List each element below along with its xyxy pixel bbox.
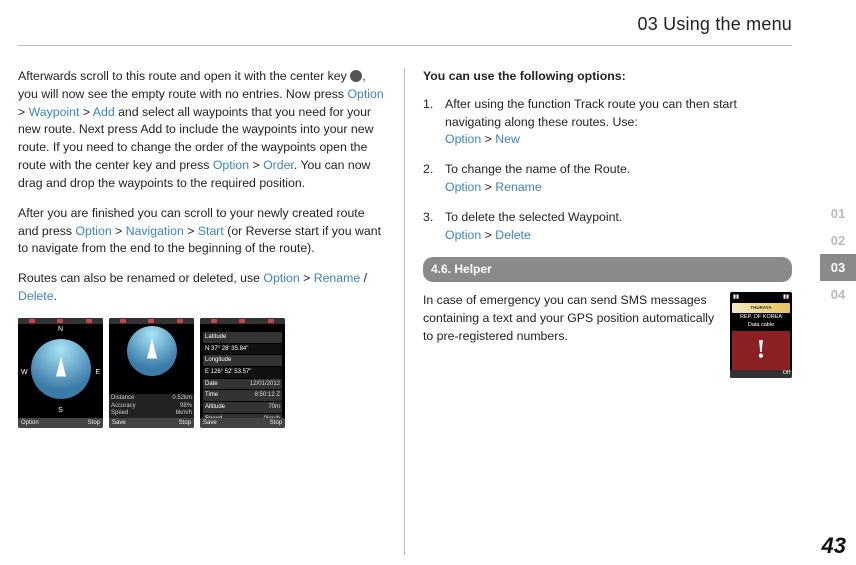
menu-path: Navigation [126, 224, 184, 238]
text: REP. OF KOREA [740, 314, 782, 322]
label: Latitude [205, 333, 226, 342]
list-number: 1. [423, 96, 437, 149]
text: Routes can also be renamed or deleted, u… [18, 271, 263, 285]
text: To delete the selected Waypoint. [445, 210, 622, 224]
text: Data cable [748, 322, 774, 330]
list-number: 3. [423, 209, 437, 245]
compass-s-label: S [18, 406, 103, 416]
softkey-right: Stop [88, 419, 100, 428]
label: Altitude [205, 403, 225, 412]
menu-path: Option [347, 87, 383, 101]
compass-w-label: W [21, 368, 28, 378]
value: 98% [180, 403, 192, 410]
softkey-left: Save [203, 419, 217, 428]
para-3: Routes can also be renamed or deleted, u… [18, 270, 386, 306]
helper-description: In case of emergency you can send SMS me… [423, 292, 720, 345]
menu-path: Option [445, 180, 481, 194]
device-screenshot-emergency: ▮▮▮▮ THURAYA REP. OF KOREA Data cable 10… [730, 292, 792, 378]
chapter-header: 03 Using the menu [18, 10, 792, 46]
section-heading-helper: 4.6. Helper [423, 257, 792, 282]
menu-path: Option [445, 132, 481, 146]
menu-path: Add [93, 105, 115, 119]
menu-path: Option [263, 271, 299, 285]
menu-path: Start [198, 224, 224, 238]
device-screenshot-compass: N W E S Option Stop [18, 318, 103, 428]
sidebar-tab-03[interactable]: 03 [820, 254, 856, 281]
chevron: > [303, 271, 310, 285]
list-item: 1. After using the function Track route … [423, 96, 792, 149]
chevron: > [187, 224, 194, 238]
list-item: 3. To delete the selected Waypoint. Opti… [423, 209, 792, 245]
menu-path: Rename [314, 271, 360, 285]
label: Date [205, 380, 218, 389]
device-screenshot-compass-data: Distance 0.52km Accuracy 98% Speed 6km/h Sa… [109, 318, 194, 428]
value: 70m [268, 403, 280, 412]
label: Longitude [205, 356, 231, 365]
sidebar-tab-02[interactable]: 02 [820, 227, 856, 254]
text: After using the function Track route you… [445, 97, 737, 129]
softkey-right: Off [783, 370, 790, 378]
value: 6km/h [176, 410, 192, 417]
softkey-left: Save [112, 419, 126, 428]
screenshot-row: N W E S Option Stop [18, 318, 386, 428]
chevron: > [83, 105, 90, 119]
label: Time [205, 391, 218, 400]
chevron: > [485, 228, 492, 242]
compass-icon [127, 326, 177, 376]
softkey-right: Stop [179, 419, 191, 428]
value: 0.52km [172, 395, 192, 402]
compass-n-label: N [18, 325, 103, 335]
text: / [360, 271, 367, 285]
chevron: > [485, 180, 492, 194]
label: Accuracy [111, 403, 136, 410]
list-item: 2. To change the name of the Route. Opti… [423, 161, 792, 197]
menu-path: Option [213, 158, 249, 172]
chevron: > [18, 105, 25, 119]
menu-path: Order [263, 158, 294, 172]
menu-path: Rename [495, 180, 541, 194]
menu-path: Option [445, 228, 481, 242]
options-heading: You can use the following options: [423, 68, 792, 86]
sidebar-tab-04[interactable]: 04 [820, 281, 856, 308]
left-column: Afterwards scroll to this route and open… [18, 68, 405, 555]
brand-label: THURAYA [732, 303, 790, 313]
chevron: > [115, 224, 122, 238]
sidebar-tab-01[interactable]: 01 [820, 200, 856, 227]
menu-path: New [495, 132, 520, 146]
value: 8:50:12 Z [255, 391, 280, 400]
chevron: > [252, 158, 259, 172]
menu-path: Delete [18, 289, 54, 303]
label: Speed [111, 410, 128, 417]
text: . [54, 289, 57, 303]
device-screenshot-gps-data: Latitude N 37° 28' 35.84" Longitude E 12… [200, 318, 285, 428]
menu-path: Waypoint [29, 105, 80, 119]
exclamation-icon [732, 331, 790, 371]
right-column: You can use the following options: 1. Af… [405, 68, 792, 555]
label: Distance [111, 395, 134, 402]
list-number: 2. [423, 161, 437, 197]
para-2: After you are finished you can scroll to… [18, 205, 386, 258]
value: E 126° 52' 53.57" [205, 368, 251, 377]
text: To change the name of the Route. [445, 162, 630, 176]
text: Afterwards scroll to this route and open… [18, 69, 350, 83]
value: N 37° 28' 35.84" [205, 345, 248, 354]
menu-path: Delete [495, 228, 531, 242]
center-key-icon [350, 70, 362, 82]
menu-path: Option [75, 224, 111, 238]
compass-e-label: E [95, 368, 100, 378]
chevron: > [485, 132, 492, 146]
chapter-sidebar: 01 02 03 04 43 [820, 0, 856, 565]
value: 12/01/2012 [250, 380, 280, 389]
para-1: Afterwards scroll to this route and open… [18, 68, 386, 193]
softkey-right: Stop [270, 419, 282, 428]
page-number: 43 [822, 533, 846, 559]
softkey-left: Option [21, 419, 39, 428]
